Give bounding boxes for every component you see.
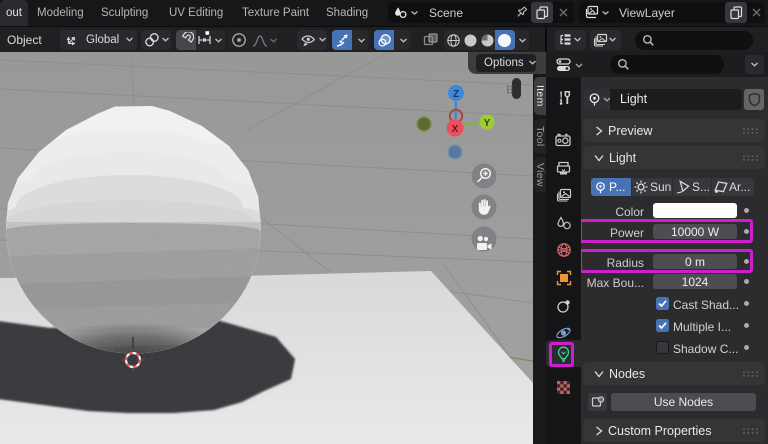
svg-text:Y: Y bbox=[484, 118, 491, 129]
svg-text:X: X bbox=[452, 124, 459, 135]
svg-text:Z: Z bbox=[453, 89, 459, 100]
